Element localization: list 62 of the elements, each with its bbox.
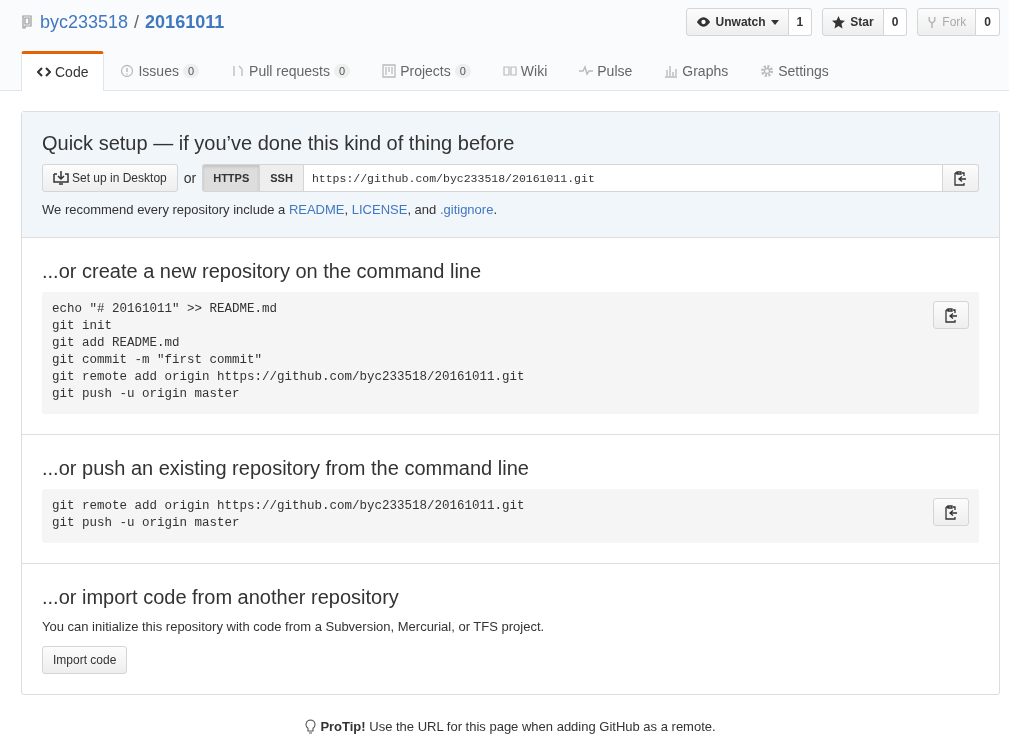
repo-icon: [22, 15, 32, 29]
watch-button[interactable]: Unwatch: [685, 8, 789, 36]
pulse-icon: [579, 64, 594, 78]
code-line: git push -u origin master: [52, 515, 241, 532]
path-separator: /: [134, 11, 140, 33]
section-heading: ...or import code from another repository: [42, 586, 400, 609]
star-button[interactable]: Star: [822, 8, 884, 36]
repo-name-link[interactable]: 20161011: [145, 11, 225, 33]
repo-tab[interactable]: Wiki: [486, 51, 564, 90]
desktop-button[interactable]: Set up in Desktop: [42, 164, 178, 192]
gear-icon: [760, 64, 775, 78]
fork-icon: [927, 15, 938, 29]
project-icon: [382, 64, 397, 78]
tab-counter: 0: [454, 64, 471, 78]
protip-text: ProTip! Use the URL for this page when adding GitHub as a remote.: [320, 719, 716, 734]
code-line: git push -u origin master: [52, 386, 241, 403]
graph-icon: [664, 64, 679, 78]
or-label: or: [183, 170, 197, 186]
action-count: 1: [788, 8, 813, 36]
pull-request-icon: [231, 64, 246, 78]
repo-tab[interactable]: Pull requests 0: [215, 51, 367, 90]
section-heading: ...or create a new repository on the command line: [42, 260, 483, 283]
code-line: echo "# 20161011" >> README.md: [52, 301, 279, 318]
clone-url-field[interactable]: https://github.com/byc233518/20161011.git: [302, 164, 943, 192]
tab-counter: 0: [334, 64, 351, 78]
section-heading: ...or push an existing repository from the command line: [42, 457, 530, 480]
issue-icon: [120, 64, 135, 78]
file-link[interactable]: README: [288, 202, 345, 217]
protocol-button[interactable]: SSH: [259, 164, 303, 192]
recommend-text: We recommend every repository include a README, LICENSE, and .gitignore.: [42, 202, 498, 217]
code-line: git remote add origin https://github.com/byc233518/20161011.git: [52, 369, 525, 386]
repo-tab[interactable]: Pulse: [563, 51, 649, 90]
copy-button[interactable]: [933, 301, 969, 329]
copy-button[interactable]: [943, 164, 979, 192]
section-heading: Quick setup — if you’ve done this kind of thing before: [42, 132, 516, 155]
repo-tab[interactable]: Issues 0: [104, 51, 216, 90]
code-line: git remote add origin https://github.com/byc233518/20161011.git: [52, 498, 525, 515]
eye-icon: [695, 17, 711, 27]
code-line: git add README.md: [52, 335, 181, 352]
book-icon: [502, 64, 517, 78]
star-icon: [832, 15, 846, 29]
caret-icon: [770, 19, 779, 25]
clipboard-icon: [954, 170, 967, 186]
repo-tab[interactable]: Graphs: [648, 51, 745, 90]
repo-tab[interactable]: Projects 0: [366, 51, 487, 90]
protocol-button[interactable]: HTTPS: [202, 164, 260, 192]
lightbulb-icon: [305, 719, 317, 734]
desktop-download-icon: [53, 171, 69, 185]
clipboard-icon: [944, 307, 958, 323]
repo-tab[interactable]: Settings: [744, 51, 845, 90]
action-count: 0: [883, 8, 908, 36]
copy-button[interactable]: [933, 498, 969, 526]
repo-tab[interactable]: Code: [21, 51, 105, 91]
tab-counter: 0: [182, 64, 200, 78]
code-line: git commit -m "first commit": [52, 352, 264, 369]
action-count: 0: [976, 8, 1000, 36]
import-text: You can initialize this repository with code from a Subversion, Mercurial, or TFS project.: [42, 619, 546, 634]
clipboard-icon: [944, 504, 958, 520]
code-line: git init: [52, 318, 113, 335]
code-icon: [37, 64, 51, 79]
repo-owner-link[interactable]: byc233518: [40, 11, 129, 33]
import-button[interactable]: Import code: [42, 646, 128, 674]
